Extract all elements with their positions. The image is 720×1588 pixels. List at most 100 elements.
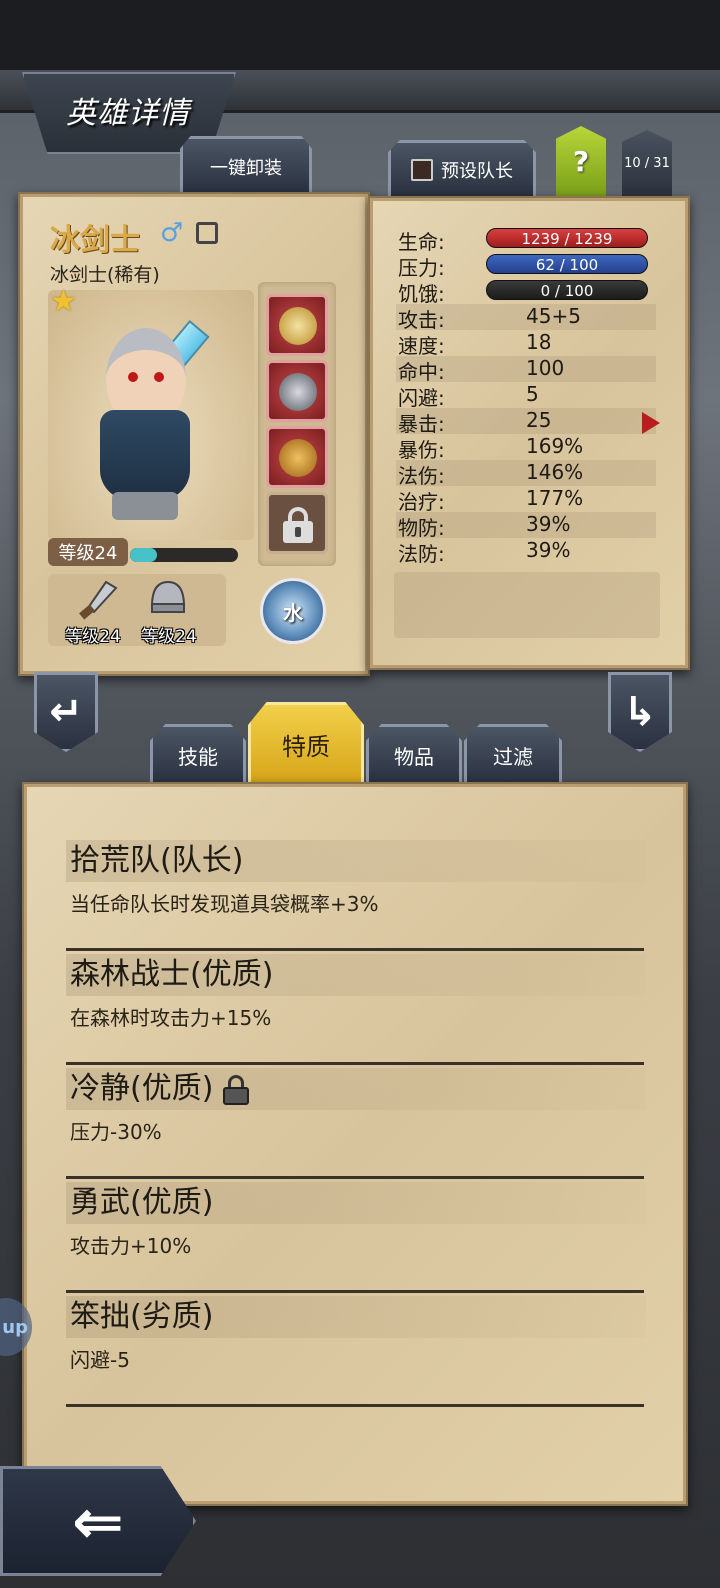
equip-slot-helmet[interactable] (266, 294, 328, 356)
trait-name: 勇武(优质) (66, 1182, 646, 1224)
hunger-bar: 0 / 100 (486, 280, 648, 300)
hero-class: 冰剑士(稀有) (50, 264, 160, 286)
stat-value: 39% (526, 538, 571, 562)
trait-desc: 闪避-5 (70, 1348, 130, 1372)
male-gender-icon: ♂ (160, 218, 184, 248)
stat-value: 100 (526, 356, 565, 380)
trait-desc: 压力-30% (70, 1120, 162, 1144)
xp-bar (130, 548, 238, 562)
xp-bar-fill (130, 548, 157, 562)
stat-label: 暴击: (398, 412, 445, 436)
stat-value: 45+5 (526, 304, 581, 328)
tab-filter[interactable]: 过滤 (464, 724, 562, 784)
stat-label: 闪避: (398, 386, 445, 410)
stat-row-hunger: 饥饿: 0 / 100 (396, 278, 656, 306)
back-arrow-icon: ⇐ (72, 1484, 124, 1558)
stat-value: 169% (526, 434, 584, 458)
return-left-icon: ↵ (49, 689, 83, 735)
equip-slot-bell-helmet[interactable] (266, 426, 328, 488)
stats-empty-area (394, 572, 660, 638)
hero-level-badge: 等级24 (48, 538, 128, 566)
unequip-all-label: 一键卸装 (210, 157, 282, 179)
stats-list: 生命: 1239 / 1239 压力: 62 / 100 饥饿: 0 / 100 攻击… (396, 226, 656, 566)
stat-value: 5 (526, 382, 539, 406)
divider (66, 1290, 644, 1293)
armor-level: 等级24 (141, 627, 197, 647)
weapon-level: 等级24 (65, 627, 121, 647)
element-water-badge[interactable]: 水 (260, 578, 326, 644)
trait-name: 森林战士(优质) (66, 954, 646, 996)
preset-captain-toggle[interactable]: 预设队长 (388, 140, 536, 196)
edit-name-icon[interactable] (196, 222, 218, 244)
stat-value: 39% (526, 512, 571, 536)
divider (66, 1404, 644, 1407)
trait-item[interactable]: 笨拙(劣质) 闪避-5 (66, 1296, 646, 1407)
help-icon: ? (572, 144, 590, 178)
help-button[interactable]: ? (556, 126, 606, 196)
trait-item[interactable]: 拾荒队(队长) 当任命队长时发现道具袋概率+3% (66, 840, 646, 951)
equip-slot-boots[interactable] (266, 360, 328, 422)
sword-icon[interactable] (76, 578, 120, 622)
stat-label: 生命: (398, 230, 445, 254)
divider (66, 948, 644, 951)
stat-value: 25 (526, 408, 552, 432)
helmet-gear-icon (279, 307, 317, 345)
element-label: 水 (283, 600, 303, 625)
tab-label: 技能 (178, 745, 218, 769)
lock-icon[interactable] (223, 1074, 250, 1105)
stat-label: 法防: (398, 542, 445, 566)
stat-row: 物防: 39% (396, 512, 656, 540)
stat-label: 压力: (398, 256, 445, 280)
stat-label: 速度: (398, 334, 445, 358)
trait-name: 拾荒队(队长) (66, 840, 646, 882)
tab-skills[interactable]: 技能 (150, 724, 246, 784)
more-stats-arrow-icon[interactable] (642, 412, 660, 434)
tab-traits[interactable]: 特质 (248, 702, 364, 784)
trait-desc: 当任命队长时发现道具袋概率+3% (70, 892, 379, 916)
trait-name-row: 冷静(优质) (66, 1068, 646, 1110)
trait-name: 冷静(优质) (70, 1071, 214, 1106)
stat-label: 饥饿: (398, 282, 445, 306)
hero-legs (112, 492, 178, 520)
stat-row: 暴伤: 169% (396, 434, 656, 462)
back-button[interactable]: ⇐ (0, 1466, 196, 1576)
divider (66, 1062, 644, 1065)
stat-row-hp: 生命: 1239 / 1239 (396, 226, 656, 254)
return-right-icon: ↳ (623, 689, 657, 735)
hp-bar: 1239 / 1239 (486, 228, 648, 248)
trait-desc: 在森林时攻击力+15% (70, 1006, 272, 1030)
tab-label: 过滤 (493, 745, 533, 769)
stat-label: 法伤: (398, 464, 445, 488)
stat-row: 命中: 100 (396, 356, 656, 384)
bubble-label: up (2, 1316, 28, 1338)
lock-icon (283, 507, 313, 543)
checkbox-icon[interactable] (411, 158, 433, 181)
stat-row: 暴击: 25 (396, 408, 656, 436)
boots-gear-icon (279, 373, 317, 411)
stat-row: 攻击: 45+5 (396, 304, 656, 332)
tab-items[interactable]: 物品 (366, 724, 462, 784)
stat-row: 法伤: 146% (396, 460, 656, 488)
equip-slot-locked[interactable] (266, 492, 328, 554)
stat-value: 177% (526, 486, 584, 510)
hero-counter-text: 10 / 31 (624, 155, 670, 171)
stat-label: 暴伤: (398, 438, 445, 462)
stat-label: 治疗: (398, 490, 445, 514)
star-icon: ★ (50, 284, 77, 319)
stat-row: 法防: 39% (396, 538, 656, 566)
eye-icon (154, 372, 164, 382)
helmet-icon[interactable] (146, 576, 190, 620)
stat-label: 攻击: (398, 308, 445, 332)
trait-item[interactable]: 森林战士(优质) 在森林时攻击力+15% (66, 954, 646, 1065)
trait-item[interactable]: 冷静(优质) 压力-30% (66, 1068, 646, 1179)
stat-label: 命中: (398, 360, 445, 384)
trait-item[interactable]: 勇武(优质) 攻击力+10% (66, 1182, 646, 1293)
tab-label: 物品 (394, 745, 434, 769)
stat-value: 146% (526, 460, 584, 484)
tab-label: 特质 (282, 733, 330, 761)
stat-label: 物防: (398, 516, 445, 540)
hero-counter: 10 / 31 (622, 130, 672, 196)
unequip-all-button[interactable]: 一键卸装 (180, 136, 312, 194)
hero-body (100, 410, 190, 500)
stat-value: 18 (526, 330, 552, 354)
